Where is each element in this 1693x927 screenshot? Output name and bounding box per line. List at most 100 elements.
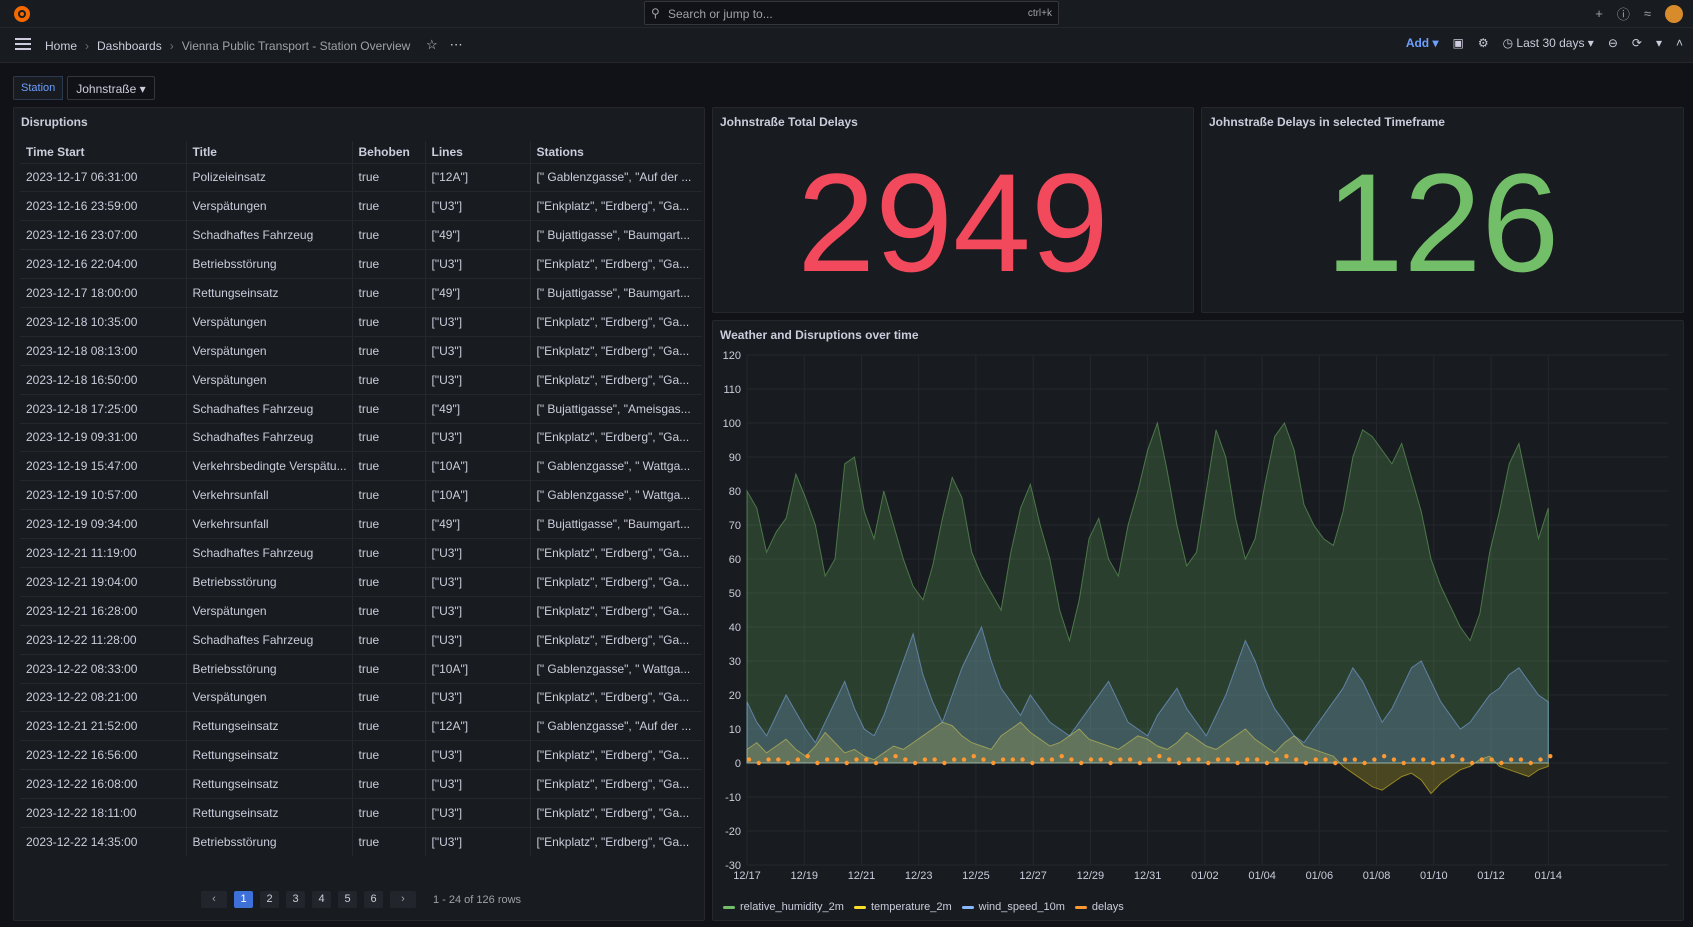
legend-label: wind_speed_10m: [978, 901, 1065, 913]
search-input[interactable]: ⚲ Search or jump to... ctrl+k: [644, 1, 1059, 25]
help-icon[interactable]: ⓘ: [1617, 4, 1630, 23]
table-row[interactable]: 2023-12-17 18:00:00 Rettungseinsatz true ["…: [20, 278, 702, 308]
star-icon[interactable]: ☆: [426, 37, 438, 53]
page-button[interactable]: 5: [338, 891, 357, 908]
table-cell: ["Enkplatz", "Erdberg", "Ga...: [529, 335, 702, 366]
table-cell: ["Enkplatz", "Erdberg", "Ga...: [529, 798, 702, 828]
table-cell: Verspätungen: [185, 682, 352, 712]
table-row[interactable]: 2023-12-22 18:11:00 Rettungseinsatz true ["…: [20, 798, 702, 828]
column-header[interactable]: Time Start: [20, 141, 186, 163]
time-range-picker[interactable]: ◷ Last 30 days ▾: [1503, 36, 1594, 50]
table-row[interactable]: 2023-12-16 22:04:00 Betriebsstörung true ["…: [20, 249, 702, 279]
delay-point: [1206, 760, 1211, 766]
table-cell: true: [351, 393, 425, 424]
table-row[interactable]: 2023-12-18 08:13:00 Verspätungen true ["U3"…: [20, 335, 702, 366]
table-row[interactable]: 2023-12-18 16:50:00 Verspätungen true ["U3"…: [20, 364, 702, 395]
table-row[interactable]: 2023-12-21 21:52:00 Rettungseinsatz true ["…: [20, 711, 702, 741]
table-row[interactable]: 2023-12-16 23:59:00 Verspätungen true ["U3"…: [20, 191, 702, 221]
table-row[interactable]: 2023-12-16 23:07:00 Schadhaftes Fahrzeug t…: [20, 220, 702, 250]
table-row[interactable]: 2023-12-21 16:28:00 Verspätungen true ["U3"…: [20, 595, 702, 626]
table-cell: [" Bujattigasse", "Baumgart...: [529, 509, 702, 539]
table-cell: [" Gablenzgasse", " Wattga...: [529, 653, 702, 684]
zoom-out-icon[interactable]: ⊖: [1608, 36, 1618, 50]
delay-point: [1284, 754, 1289, 759]
table-cell: Betriebsstörung: [185, 249, 352, 279]
table-cell: 2023-12-22 18:11:00: [20, 798, 186, 828]
user-avatar[interactable]: [1665, 4, 1683, 23]
table-cell: true: [351, 335, 425, 366]
table-cell: Verspätungen: [185, 191, 352, 221]
legend-item[interactable]: temperature_2m: [853, 901, 952, 913]
table-row[interactable]: 2023-12-19 09:34:00 Verkehrsunfall true ["4…: [20, 509, 702, 539]
table-cell: true: [351, 480, 425, 510]
table-cell: true: [351, 826, 425, 857]
settings-gear-icon[interactable]: ⚙: [1478, 36, 1489, 50]
share-icon[interactable]: ⋯: [450, 37, 463, 53]
table-cell: true: [351, 162, 425, 192]
table-cell: true: [351, 306, 425, 337]
y-tick-label: 50: [729, 588, 741, 600]
legend-label: temperature_2m: [870, 901, 952, 913]
breadcrumb-home[interactable]: Home: [45, 39, 77, 53]
table-row[interactable]: 2023-12-19 15:47:00 Verkehrsbedingte Vers…: [20, 451, 702, 481]
table-row[interactable]: 2023-12-22 08:33:00 Betriebsstörung true ["…: [20, 653, 702, 684]
table-row[interactable]: 2023-12-18 10:35:00 Verspätungen true ["U3"…: [20, 306, 702, 337]
table-cell: true: [351, 509, 425, 539]
table-row[interactable]: 2023-12-21 11:19:00 Schadhaftes Fahrzeug t…: [20, 538, 702, 568]
table-row[interactable]: 2023-12-22 11:28:00 Schadhaftes Fahrzeug t…: [20, 624, 702, 655]
table-cell: ["49"]: [424, 220, 530, 250]
table-row[interactable]: 2023-12-21 19:04:00 Betriebsstörung true ["…: [20, 566, 702, 597]
table-row[interactable]: 2023-12-19 10:57:00 Verkehrsunfall true ["1…: [20, 480, 702, 510]
legend-item[interactable]: relative_humidity_2m: [723, 901, 844, 913]
y-tick-label: 110: [723, 384, 741, 396]
add-button[interactable]: Add ▾: [1406, 36, 1439, 50]
page-button[interactable]: 6: [364, 891, 383, 908]
page-button[interactable]: 3: [286, 891, 305, 908]
save-icon[interactable]: ▣: [1453, 36, 1464, 50]
table-row[interactable]: 2023-12-22 16:56:00 Rettungseinsatz true ["…: [20, 740, 702, 770]
delay-point: [1137, 760, 1143, 766]
column-header[interactable]: Behoben: [351, 141, 425, 163]
delay-point: [912, 760, 918, 766]
table-cell: 2023-12-17 06:31:00: [20, 162, 186, 192]
table-cell: Schadhaftes Fahrzeug: [185, 538, 352, 568]
column-header[interactable]: Title: [185, 141, 352, 163]
table-row[interactable]: 2023-12-22 08:21:00 Verspätungen true ["U3"…: [20, 682, 702, 712]
refresh-icon[interactable]: ⟳: [1632, 36, 1642, 50]
table-row[interactable]: 2023-12-19 09:31:00 Schadhaftes Fahrzeug t…: [20, 422, 702, 452]
next-page-button[interactable]: ›: [390, 891, 416, 908]
table-row[interactable]: 2023-12-18 17:25:00 Schadhaftes Fahrzeug t…: [20, 393, 702, 424]
page-button[interactable]: 2: [260, 891, 279, 908]
table-cell: true: [351, 566, 425, 597]
news-feed-icon[interactable]: ≈: [1644, 6, 1651, 21]
column-header[interactable]: Stations: [529, 141, 702, 163]
delay-point: [1274, 757, 1279, 762]
column-header[interactable]: Lines: [424, 141, 530, 163]
table-cell: ["U3"]: [424, 306, 530, 337]
delay-point: [1469, 760, 1475, 766]
legend-item[interactable]: wind_speed_10m: [961, 901, 1065, 913]
table-row[interactable]: 2023-12-22 16:08:00 Rettungseinsatz true ["…: [20, 769, 702, 799]
delay-point: [1245, 757, 1250, 762]
refresh-interval-chevron-down-icon[interactable]: ▾: [1656, 36, 1662, 50]
table-cell: true: [351, 249, 425, 279]
new-menu-button[interactable]: +: [1595, 6, 1603, 21]
table-cell: 2023-12-22 08:21:00: [20, 682, 186, 712]
delay-point: [756, 760, 761, 766]
table-cell: ["U3"]: [424, 595, 530, 626]
collapse-chevron-up-icon[interactable]: ˄: [1676, 36, 1683, 50]
table-row[interactable]: 2023-12-17 06:31:00 Polizeieinsatz true ["1…: [20, 162, 702, 192]
page-button[interactable]: 4: [312, 891, 331, 908]
prev-page-button[interactable]: ‹: [201, 891, 227, 908]
legend-swatch-icon: [961, 905, 974, 909]
table-row[interactable]: 2023-12-22 14:35:00 Betriebsstörung true ["…: [20, 826, 702, 857]
grafana-logo-icon[interactable]: [12, 4, 32, 24]
page-button[interactable]: 1: [234, 891, 253, 908]
search-shortcut: ctrl+k: [1027, 8, 1052, 19]
station-select[interactable]: Johnstraße ▾: [67, 76, 155, 100]
breadcrumb-dashboards[interactable]: Dashboards: [97, 39, 162, 53]
variable-label-station: Station: [13, 76, 64, 100]
legend-item[interactable]: delays: [1074, 901, 1124, 913]
delay-point: [1548, 754, 1553, 759]
menu-icon[interactable]: [15, 38, 31, 50]
